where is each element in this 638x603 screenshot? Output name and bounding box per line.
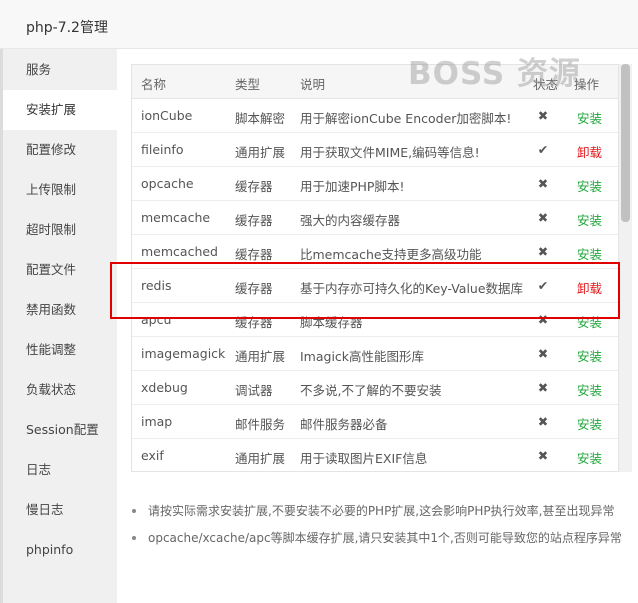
ext-name: opcache bbox=[141, 176, 194, 191]
cross-icon: ✖ bbox=[537, 176, 549, 191]
ext-description: 比memcache支持更多高级功能 bbox=[300, 247, 482, 262]
check-icon: ✔ bbox=[537, 278, 549, 293]
ext-description: 用于获取文件MIME,编码等信息! bbox=[300, 145, 480, 160]
check-icon: ✔ bbox=[537, 142, 549, 157]
table-row: memcache 缓存器 强大的内容缓存器 ✖ 安装 bbox=[132, 201, 618, 235]
table-row: apcu 缓存器 脚本缓存器 ✖ 安装 bbox=[132, 303, 618, 337]
sidebar-item[interactable]: 上传限制 bbox=[0, 170, 117, 210]
cross-icon: ✖ bbox=[537, 108, 549, 123]
sidebar-item[interactable]: 安装扩展 bbox=[0, 90, 117, 130]
sidebar: 服务 安装扩展 配置修改 上传限制 超时限制 配置文件 禁用函数 性能调整 负载状态 Sessio… bbox=[0, 49, 117, 603]
install-link[interactable]: 安装 bbox=[577, 380, 602, 399]
ext-name: xdebug bbox=[141, 380, 188, 395]
table-row: imagemagick 通用扩展 Imagick高性能图形库 ✖ 安装 bbox=[132, 337, 618, 371]
header-action: 操作 bbox=[574, 77, 600, 92]
ext-name: imap bbox=[141, 414, 173, 429]
ext-type: 通用扩展 bbox=[235, 451, 286, 466]
cross-icon: ✖ bbox=[537, 346, 549, 361]
sidebar-item[interactable]: 服务 bbox=[0, 50, 117, 90]
notes-list: 请按实际需求安装扩展,不要安装不必要的PHP扩展,这会影响PHP执行效率,甚至出… bbox=[131, 501, 631, 555]
header-name: 名称 bbox=[141, 77, 167, 92]
ext-description: 用于解密ionCube Encoder加密脚本! bbox=[300, 111, 512, 126]
sidebar-item[interactable]: 超时限制 bbox=[0, 210, 117, 250]
uninstall-link[interactable]: 卸载 bbox=[577, 142, 602, 161]
install-link[interactable]: 安装 bbox=[577, 244, 602, 263]
table-header: 名称 类型 说明 状态 操作 bbox=[132, 65, 618, 99]
note-item: opcache/xcache/apc等脚本缓存扩展,请只安装其中1个,否则可能导… bbox=[131, 528, 631, 555]
install-link[interactable]: 安装 bbox=[577, 346, 602, 365]
table-row: opcache 缓存器 用于加速PHP脚本! ✖ 安装 bbox=[132, 167, 618, 201]
sidebar-item[interactable]: 慢日志 bbox=[0, 490, 117, 530]
window-titlebar: php-7.2管理 bbox=[0, 0, 638, 49]
uninstall-link[interactable]: 卸载 bbox=[577, 278, 602, 297]
header-status: 状态 bbox=[533, 77, 559, 92]
table-row: exif 通用扩展 用于读取图片EXIF信息 ✖ 安装 bbox=[132, 439, 618, 471]
ext-type: 缓存器 bbox=[235, 281, 273, 296]
ext-type: 邮件服务 bbox=[235, 417, 286, 432]
ext-description: 强大的内容缓存器 bbox=[300, 213, 401, 228]
cross-icon: ✖ bbox=[537, 244, 549, 259]
ext-name: memcache bbox=[141, 210, 211, 225]
sidebar-item[interactable]: phpinfo bbox=[0, 530, 117, 570]
table-row: fileinfo 通用扩展 用于获取文件MIME,编码等信息! ✔ 卸载 bbox=[132, 133, 618, 167]
cross-icon: ✖ bbox=[537, 380, 549, 395]
header-type: 类型 bbox=[235, 77, 261, 92]
table-scrollbar[interactable] bbox=[619, 64, 632, 472]
ext-type: 缓存器 bbox=[235, 247, 273, 262]
ext-name: redis bbox=[141, 278, 172, 293]
cross-icon: ✖ bbox=[537, 210, 549, 225]
ext-description: 基于内存亦可持久化的Key-Value数据库 bbox=[300, 281, 524, 296]
table-row: redis 缓存器 基于内存亦可持久化的Key-Value数据库 ✔ 卸载 bbox=[132, 269, 618, 303]
ext-description: 用于读取图片EXIF信息 bbox=[300, 451, 428, 466]
ext-type: 通用扩展 bbox=[235, 349, 286, 364]
sidebar-item[interactable]: 配置文件 bbox=[0, 250, 117, 290]
ext-description: 用于加速PHP脚本! bbox=[300, 179, 405, 194]
sidebar-item[interactable]: 负载状态 bbox=[0, 370, 117, 410]
table-row: xdebug 调试器 不多说,不了解的不要安装 ✖ 安装 bbox=[132, 371, 618, 405]
install-link[interactable]: 安装 bbox=[577, 210, 602, 229]
sidebar-item[interactable]: Session配置 bbox=[0, 410, 117, 450]
table-row: imap 邮件服务 邮件服务器必备 ✖ 安装 bbox=[132, 405, 618, 439]
sidebar-item[interactable]: 禁用函数 bbox=[0, 290, 117, 330]
install-link[interactable]: 安装 bbox=[577, 108, 602, 127]
ext-type: 缓存器 bbox=[235, 315, 273, 330]
ext-description: Imagick高性能图形库 bbox=[300, 349, 425, 364]
ext-type: 脚本解密 bbox=[235, 111, 286, 126]
ext-name: fileinfo bbox=[141, 142, 184, 157]
ext-type: 通用扩展 bbox=[235, 145, 286, 160]
sidebar-item[interactable]: 性能调整 bbox=[0, 330, 117, 370]
table-row: ionCube 脚本解密 用于解密ionCube Encoder加密脚本! ✖ 安装 bbox=[132, 99, 618, 133]
sidebar-item[interactable]: 配置修改 bbox=[0, 130, 117, 170]
ext-name: imagemagick bbox=[141, 346, 226, 361]
sidebar-item[interactable]: 日志 bbox=[0, 450, 117, 490]
install-link[interactable]: 安装 bbox=[577, 414, 602, 433]
note-item: 请按实际需求安装扩展,不要安装不必要的PHP扩展,这会影响PHP执行效率,甚至出… bbox=[131, 501, 631, 528]
cross-icon: ✖ bbox=[537, 414, 549, 429]
ext-description: 邮件服务器必备 bbox=[300, 417, 388, 432]
ext-type: 缓存器 bbox=[235, 213, 273, 228]
extensions-table: 名称 类型 说明 状态 操作 ionCube 脚本解密 用于解密ionCube En… bbox=[131, 64, 619, 472]
ext-name: apcu bbox=[141, 312, 172, 327]
install-link[interactable]: 安装 bbox=[577, 448, 602, 467]
ext-name: memcached bbox=[141, 244, 218, 259]
cross-icon: ✖ bbox=[537, 448, 549, 463]
ext-name: ionCube bbox=[141, 108, 193, 123]
ext-name: exif bbox=[141, 448, 164, 463]
header-desc: 说明 bbox=[300, 77, 326, 92]
table-row: memcached 缓存器 比memcache支持更多高级功能 ✖ 安装 bbox=[132, 235, 618, 269]
cross-icon: ✖ bbox=[537, 312, 549, 327]
install-link[interactable]: 安装 bbox=[577, 176, 602, 195]
install-link[interactable]: 安装 bbox=[577, 312, 602, 331]
ext-type: 缓存器 bbox=[235, 179, 273, 194]
scrollbar-thumb[interactable] bbox=[621, 64, 630, 222]
ext-description: 不多说,不了解的不要安装 bbox=[300, 383, 442, 398]
ext-type: 调试器 bbox=[235, 383, 273, 398]
window-title: php-7.2管理 bbox=[26, 20, 108, 36]
left-edge-strip bbox=[0, 49, 3, 603]
ext-description: 脚本缓存器 bbox=[300, 315, 363, 330]
